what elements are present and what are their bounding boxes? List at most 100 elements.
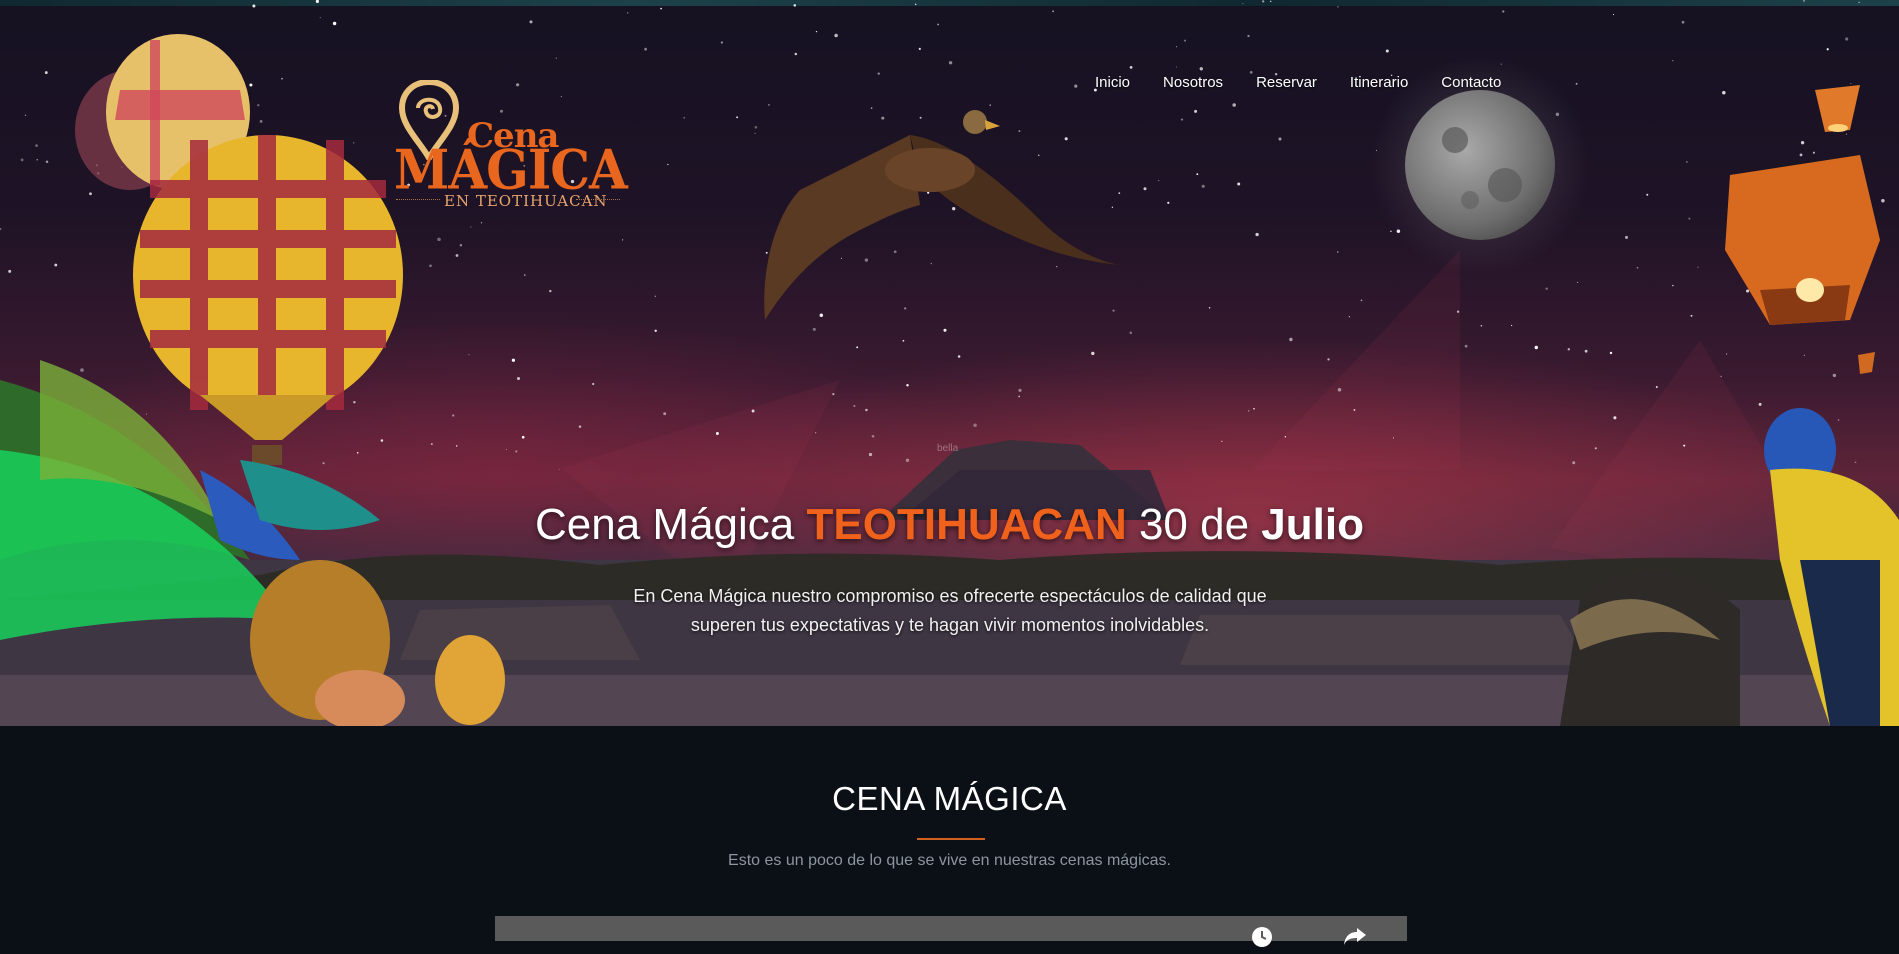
star [793,4,797,7]
star [1111,206,1114,208]
star [1594,447,1597,450]
star [430,443,433,446]
star [1018,395,1020,398]
nav-item-nosotros[interactable]: Nosotros [1163,74,1223,91]
clock-icon[interactable] [1250,926,1274,950]
star [654,329,657,333]
hero-title-part1: Cena Mágica [535,500,795,549]
star [1183,39,1187,42]
star [249,83,253,87]
star [578,425,582,428]
star [429,264,432,268]
site-logo[interactable]: Cena MÁGICA EN TEOTIHUACAN [392,78,632,213]
star [36,159,38,161]
star [437,237,441,242]
star [515,450,518,453]
moon-icon [1405,90,1555,240]
star [54,263,58,267]
star [1196,173,1199,176]
star [1850,82,1852,85]
nav-item-itinerario[interactable]: Itinerario [1350,74,1408,91]
star [1746,289,1750,293]
star [1480,324,1483,327]
star [455,254,459,257]
star [720,41,724,44]
star [1289,337,1293,342]
star [1018,388,1022,392]
star [20,158,24,162]
star [252,4,256,8]
star [736,116,739,119]
star [1572,461,1576,465]
star [1722,90,1726,95]
star [1237,182,1241,186]
star [1683,444,1686,447]
star [832,393,835,396]
share-icon[interactable] [1343,926,1367,950]
star [893,250,897,254]
nav-item-contacto[interactable]: Contacto [1441,74,1501,91]
section-subtitle: Esto es un poco de lo que se vive en nue… [728,852,1171,869]
star [918,47,921,51]
star [1262,0,1265,3]
star [1327,358,1330,361]
star [1720,375,1722,377]
star [973,423,977,428]
star [1074,84,1078,88]
star [905,458,910,462]
star [881,116,885,120]
star [904,307,907,310]
star [8,269,12,273]
nav-item-inicio[interactable]: Inicio [1095,74,1130,91]
star [812,327,816,331]
star [89,192,92,196]
star [663,412,667,416]
star [1690,314,1693,317]
logo-divider [396,199,440,201]
nav-item-reservar[interactable]: Reservar [1256,74,1317,91]
hero-title-accent: TEOTIHUACAN [806,500,1127,549]
star [1242,3,1244,5]
star [558,468,560,470]
star [516,376,521,381]
star [644,47,647,51]
star [840,257,843,259]
star [834,33,838,38]
star [455,445,458,447]
star [511,358,516,362]
star [1584,349,1588,353]
star [1577,281,1579,283]
star [1253,407,1255,410]
star [989,104,991,106]
star [1534,345,1539,350]
sky-lantern-icon [1725,85,1880,374]
logo-subtitle: EN TEOTIHUACAN [444,192,608,210]
hot-air-balloon-icon [75,34,403,465]
star [1052,10,1055,13]
star [44,71,48,75]
star [1613,416,1617,420]
star [1056,265,1058,268]
star [1803,354,1806,357]
hero-banner: Cena MÁGICA EN TEOTIHUACAN Inicio Nosotr… [0,0,1899,726]
star [1636,266,1639,269]
star [459,244,463,247]
star [356,451,359,454]
hero-title-part2: 30 de [1138,500,1250,549]
star [1221,440,1223,443]
star [1725,353,1728,355]
star [1208,307,1211,309]
star [281,77,283,80]
star [315,0,319,3]
star [814,431,817,434]
star [1837,419,1840,421]
star [1672,60,1674,62]
star [0,227,2,231]
star [1175,46,1178,48]
star [332,21,337,26]
star [667,163,669,166]
star [906,384,909,387]
hero-watermark-label: bella [937,443,959,454]
star [1337,6,1339,8]
star [452,414,455,417]
